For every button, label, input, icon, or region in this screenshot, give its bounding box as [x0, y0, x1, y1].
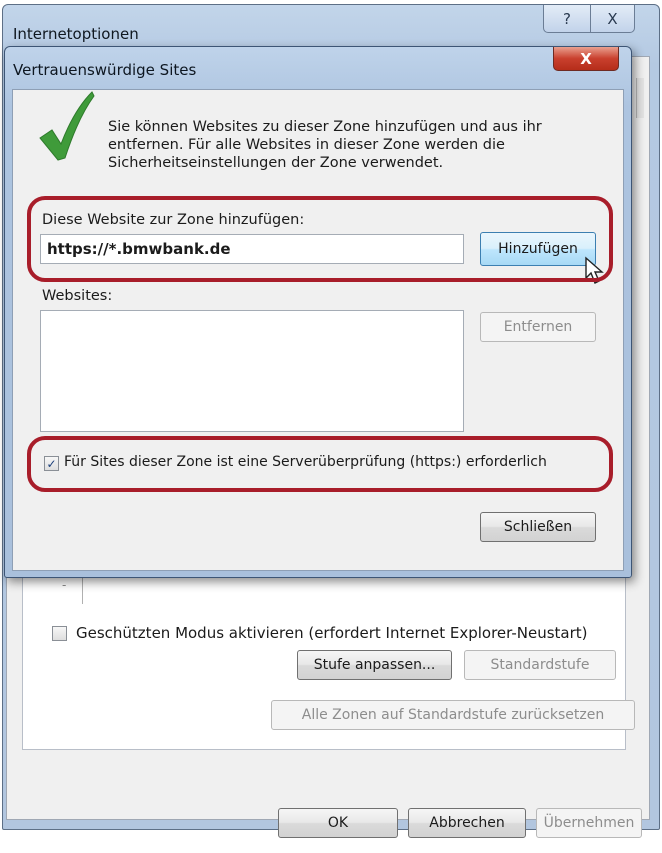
security-slider-track[interactable] — [82, 574, 83, 604]
cancel-button[interactable]: Abbrechen — [408, 808, 526, 838]
add-site-input[interactable] — [40, 234, 464, 264]
dialog-info-text: Sie können Websites zu dieser Zone hinzu… — [108, 119, 542, 171]
window-title: Internetoptionen — [13, 25, 139, 43]
mouse-cursor-icon — [585, 256, 604, 284]
apply-button[interactable]: Übernehmen — [536, 808, 642, 838]
add-site-label: Diese Website zur Zone hinzufügen: — [42, 212, 305, 228]
help-icon[interactable]: ? — [543, 5, 591, 33]
screenshot-frame: Internetoptionen ? X - Geschützten Modus… — [0, 0, 662, 853]
dialog-title: Vertrauenswürdige Sites — [13, 61, 197, 79]
websites-label: Websites: — [42, 288, 113, 304]
tab-strip-edge — [636, 78, 644, 118]
https-verification-label: Für Sites dieser Zone ist eine Serverübe… — [64, 454, 547, 470]
checkmark-icon — [39, 91, 95, 161]
protected-mode-checkbox[interactable] — [52, 626, 67, 641]
protected-mode-label: Geschützten Modus aktivieren (erfordert … — [76, 624, 588, 642]
close-icon[interactable]: X — [591, 5, 635, 33]
ok-button[interactable]: OK — [278, 808, 398, 838]
close-dialog-button[interactable]: Schließen — [480, 512, 596, 542]
reset-all-zones-button[interactable]: Alle Zonen auf Standardstufe zurücksetze… — [271, 700, 635, 730]
add-button[interactable]: Hinzufügen — [480, 232, 596, 266]
custom-level-button[interactable]: Stufe anpassen... — [297, 650, 452, 680]
remove-button[interactable]: Entfernen — [480, 312, 596, 342]
dialog-close-icon[interactable]: X — [553, 47, 619, 71]
default-level-button[interactable]: Standardstufe — [464, 650, 616, 680]
websites-list[interactable] — [40, 310, 464, 432]
security-slider-ticks: - — [62, 578, 67, 592]
https-verification-checkbox[interactable]: ✓ — [44, 456, 59, 471]
